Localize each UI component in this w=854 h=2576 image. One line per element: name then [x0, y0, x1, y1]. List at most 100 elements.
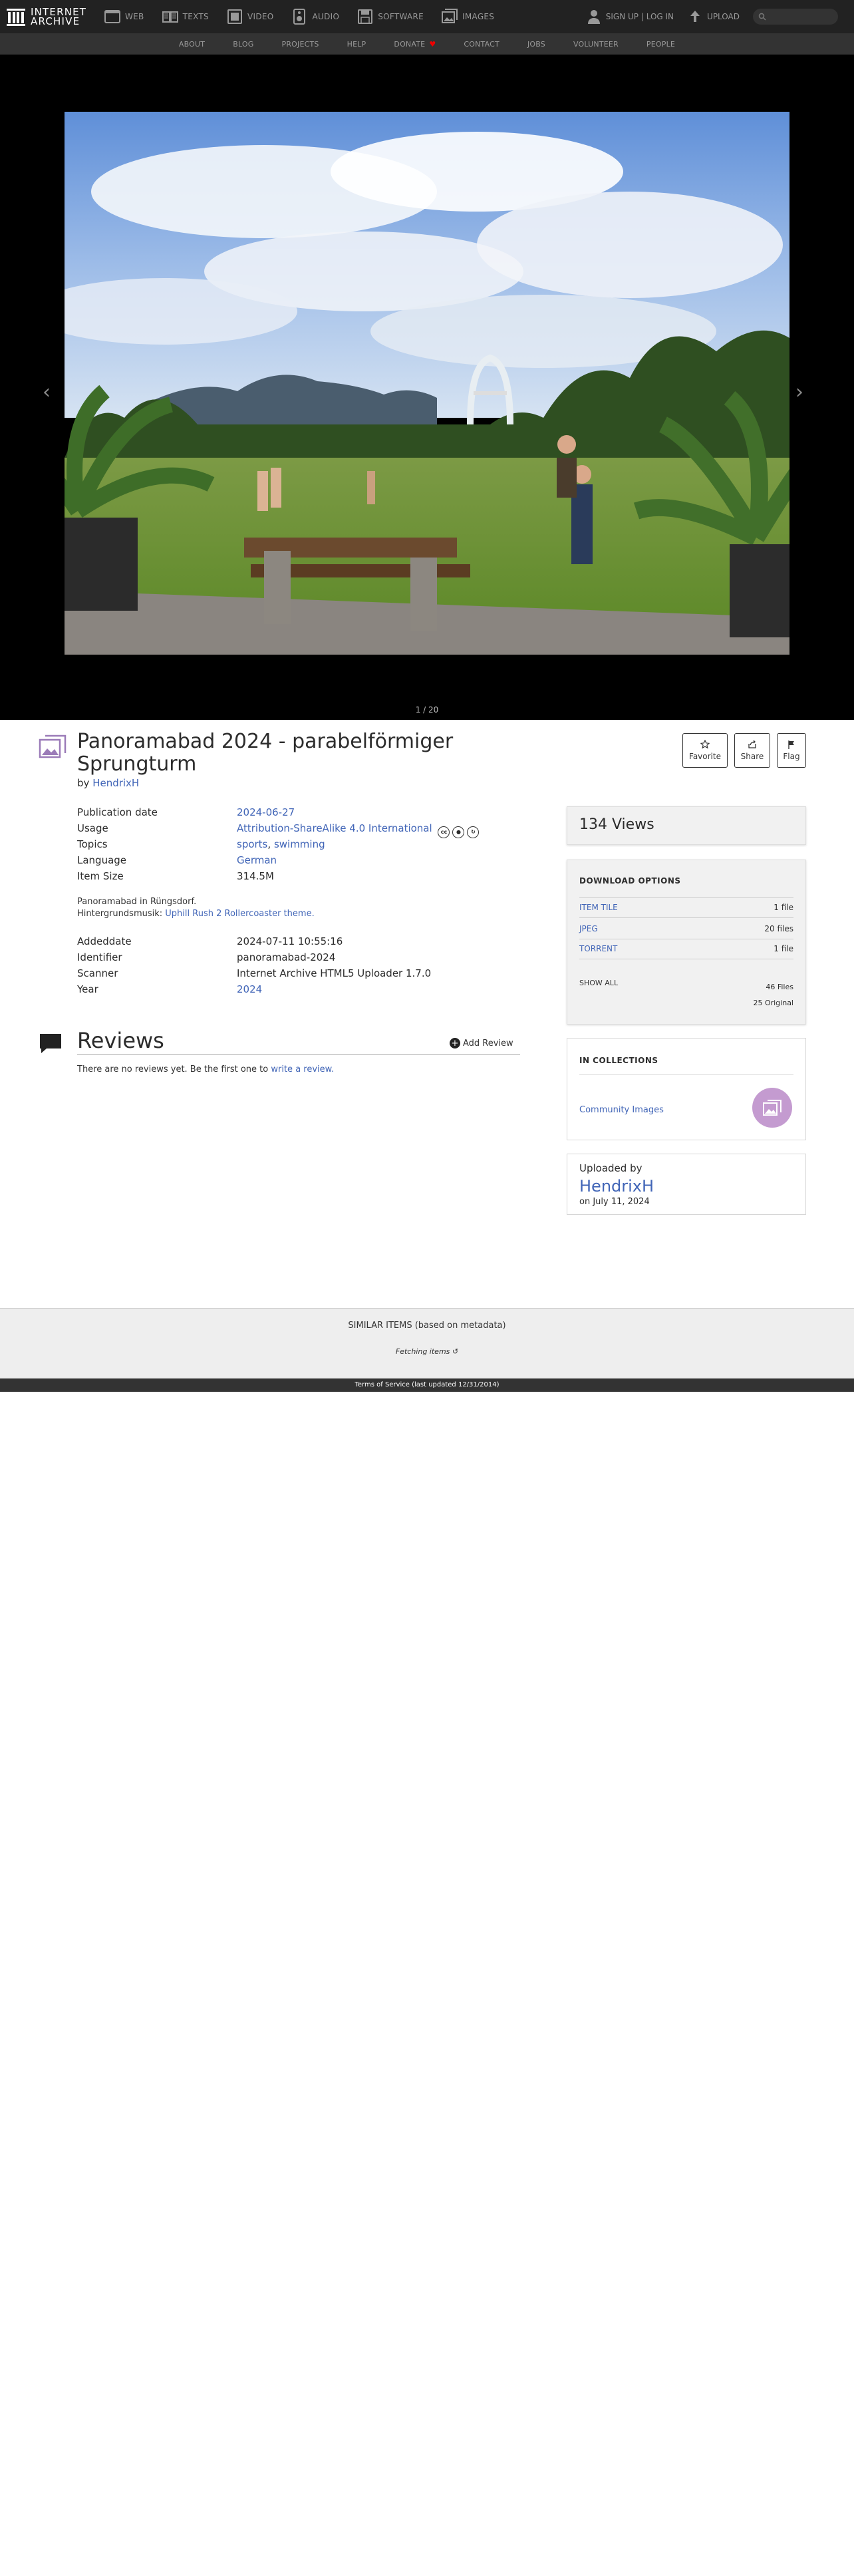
upload-link[interactable]: UPLOAD — [687, 9, 740, 25]
share-label: Share — [740, 752, 764, 761]
by-label: by — [77, 777, 90, 789]
meta-language: Language German — [77, 854, 277, 866]
nav-software[interactable]: SOFTWARE — [356, 0, 424, 33]
account-nav: SIGN UP | LOG IN UPLOAD — [586, 0, 854, 33]
original-files: 25 Original — [753, 999, 793, 1007]
music-link[interactable]: Uphill Rush 2 Rollercoaster theme. — [165, 909, 314, 919]
views-count: 134 Views — [579, 816, 654, 833]
nav-audio[interactable]: AUDIO — [291, 0, 339, 33]
nav-images[interactable]: IMAGES — [441, 0, 494, 33]
top-nav: INTERNET ARCHIVE WEB TEXTS VIDEO AUDIO S… — [0, 0, 854, 33]
meta-label: Item Size — [77, 870, 124, 882]
image-item-icon — [39, 734, 67, 758]
chevron-right-icon: › — [795, 381, 803, 404]
description-prefix: Hintergrundsmusik: — [77, 909, 163, 919]
total-files-row: 46 Files — [579, 983, 793, 991]
byline: by HendrixH — [77, 777, 139, 789]
subnav-volunteer[interactable]: VOLUNTEER — [573, 40, 619, 49]
original-files-row: 25 Original — [579, 999, 793, 1007]
download-format-link[interactable]: ITEM TILE — [579, 903, 618, 912]
download-file-count: 1 file — [774, 944, 793, 953]
download-format-link[interactable]: JPEG — [579, 924, 598, 933]
subnav-donate[interactable]: DONATE ♥ — [394, 40, 436, 49]
flag-button[interactable]: Flag — [777, 733, 806, 768]
uploaded-by-label: Uploaded by — [579, 1162, 642, 1174]
photo-image — [65, 112, 789, 655]
divider — [579, 1074, 793, 1075]
addeddate-value: 2024-07-11 10:55:16 — [237, 935, 343, 947]
subnav-contact[interactable]: CONTACT — [464, 40, 499, 49]
collections-panel: IN COLLECTIONS Community Images — [567, 1038, 806, 1140]
year-link[interactable]: 2024 — [237, 983, 262, 995]
next-image-button[interactable]: › — [795, 381, 803, 404]
download-format-link[interactable]: TORRENT — [579, 944, 617, 953]
topic-link[interactable]: swimming — [274, 838, 325, 850]
loading-spinner-icon: ↺ — [452, 1347, 459, 1356]
search-input[interactable] — [753, 9, 838, 25]
fetching-label: Fetching items — [395, 1347, 450, 1356]
write-review-link[interactable]: write a review. — [271, 1064, 334, 1074]
cc-icon: cc — [438, 826, 450, 838]
prev-image-button[interactable]: ‹ — [43, 381, 51, 404]
search-icon — [758, 13, 766, 21]
fetching-items: Fetching items ↺ — [0, 1347, 854, 1356]
publication-date-link[interactable]: 2024-06-27 — [237, 806, 295, 818]
collections-heading: IN COLLECTIONS — [579, 1056, 658, 1065]
similar-items-section: SIMILAR ITEMS (based on metadata) Fetchi… — [0, 1308, 854, 1378]
upload-icon — [690, 11, 700, 22]
upload-date: on July 11, 2024 — [579, 1197, 650, 1207]
download-file-count: 1 file — [774, 903, 793, 912]
share-button[interactable]: Share — [734, 733, 770, 768]
subnav-help[interactable]: HELP — [347, 40, 366, 49]
nav-software-label: SOFTWARE — [378, 12, 424, 21]
language-link[interactable]: German — [237, 854, 277, 866]
reviews-heading: Reviews — [77, 1028, 164, 1053]
creator-link[interactable]: HendrixH — [92, 777, 139, 789]
subnav-projects[interactable]: PROJECTS — [281, 40, 319, 49]
uploader-link[interactable]: HendrixH — [579, 1177, 793, 1196]
signup-login-link[interactable]: SIGN UP | LOG IN — [586, 9, 674, 25]
images-icon — [763, 1100, 782, 1116]
comment-icon — [39, 1033, 63, 1054]
collection-link[interactable]: Community Images — [579, 1105, 664, 1115]
internet-archive-logo[interactable]: INTERNET ARCHIVE — [5, 6, 104, 27]
nav-texts[interactable]: TEXTS — [162, 0, 209, 33]
plus-icon: + — [450, 1038, 460, 1048]
views-panel: 134 Views — [567, 806, 806, 845]
favorite-button[interactable]: Favorite — [682, 733, 728, 768]
meta-topics: Topics sports, swimming — [77, 838, 325, 850]
download-row[interactable]: JPEG 20 files — [579, 924, 793, 933]
page-counter: 1 / 20 — [415, 705, 439, 715]
subnav-donate-label: DONATE — [394, 39, 426, 49]
divider — [579, 917, 793, 918]
item-photo[interactable] — [65, 112, 789, 655]
nav-web-label: WEB — [125, 12, 144, 21]
download-file-count: 20 files — [764, 924, 793, 933]
image-theater: ‹ › 1 / 20 — [0, 55, 854, 720]
terms-of-service-link[interactable]: Terms of Service (last updated 12/31/201… — [355, 1381, 499, 1388]
no-reviews-text: There are no reviews yet. Be the first o… — [77, 1064, 334, 1074]
license-link[interactable]: Attribution-ShareAlike 4.0 International — [237, 822, 432, 834]
footer: Terms of Service (last updated 12/31/201… — [0, 1378, 854, 1392]
collection-thumbnail[interactable] — [752, 1088, 792, 1128]
archive-building-icon — [7, 9, 25, 26]
subnav-jobs[interactable]: JOBS — [527, 40, 545, 49]
topic-link[interactable]: sports — [237, 838, 267, 850]
download-row[interactable]: TORRENT 1 file — [579, 944, 793, 953]
scanner-value: Internet Archive HTML5 Uploader 1.7.0 — [237, 967, 432, 979]
floppy-icon — [358, 9, 373, 24]
download-row[interactable]: ITEM TILE 1 file — [579, 903, 793, 912]
nav-video[interactable]: VIDEO — [226, 0, 274, 33]
meta-label: Topics — [77, 838, 108, 850]
meta-label: Language — [77, 854, 127, 866]
nav-web[interactable]: WEB — [104, 0, 144, 33]
uploader-panel: Uploaded by HendrixH on July 11, 2024 — [567, 1154, 806, 1215]
add-review-button[interactable]: + Add Review — [450, 1038, 513, 1048]
meta-label: Year — [77, 983, 98, 995]
subnav-blog[interactable]: BLOG — [233, 40, 253, 49]
user-icon — [587, 10, 600, 24]
add-review-label: Add Review — [463, 1038, 513, 1048]
subnav-about[interactable]: ABOUT — [179, 40, 205, 49]
subnav-people[interactable]: PEOPLE — [646, 40, 675, 49]
web-icon — [104, 10, 120, 23]
